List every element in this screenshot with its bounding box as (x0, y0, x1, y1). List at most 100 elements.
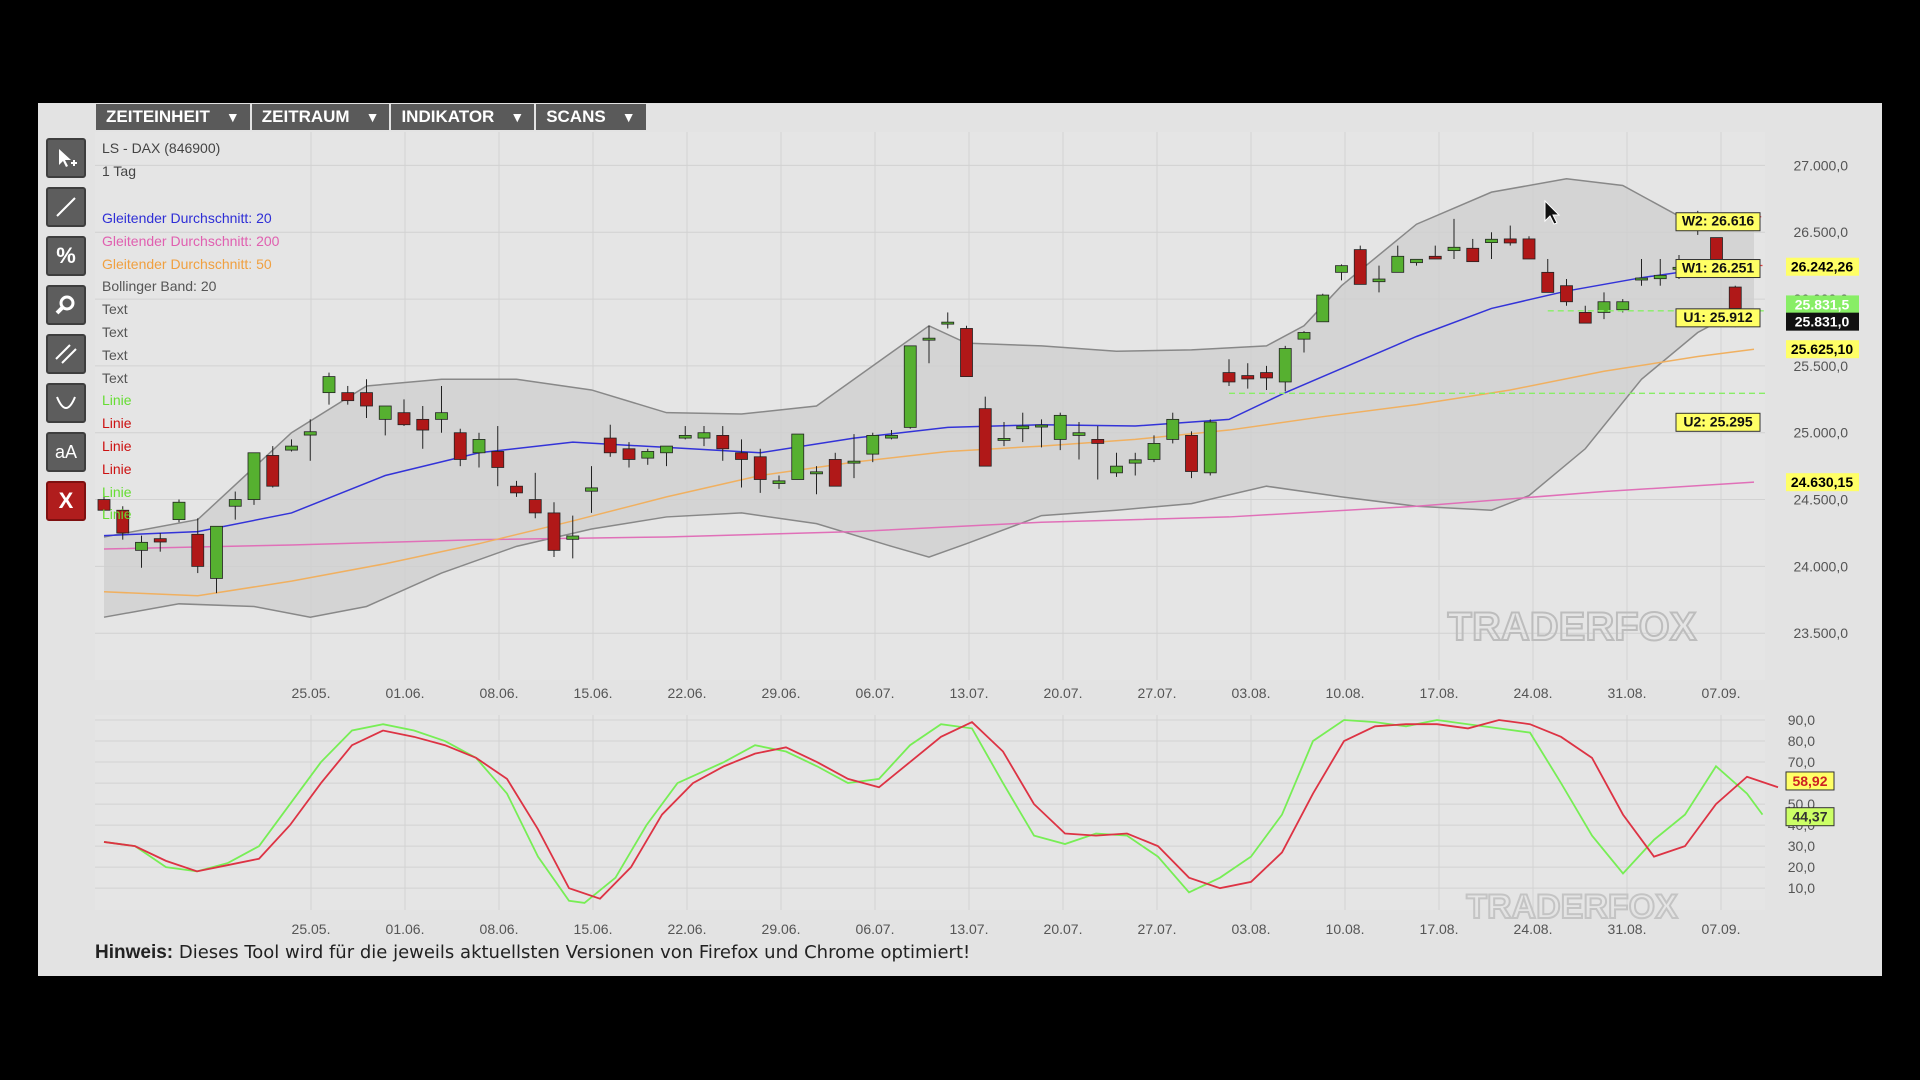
menu-scans[interactable]: SCANS ▼ (536, 104, 646, 130)
indicator-legend-item[interactable]: Gleitender Durchschnitt: 200 (102, 230, 279, 253)
oscillator-area (95, 715, 1765, 910)
y-tick-label: 24.000,0 (1794, 558, 1849, 574)
candle-body (678, 435, 692, 439)
watermark-logo: TRADERFOX (1448, 605, 1697, 649)
candle-body (1560, 285, 1573, 303)
line-tool-button[interactable] (46, 187, 86, 227)
candle (903, 345, 917, 429)
indicator-legend-item[interactable]: Linie (102, 435, 132, 458)
candle (1522, 236, 1536, 260)
curve-tool-button[interactable] (46, 383, 86, 423)
menu-label: INDIKATOR (401, 107, 495, 126)
candle-body (941, 321, 955, 325)
candle-body (1128, 459, 1142, 464)
x-tick-label: 20.07. (1044, 685, 1083, 701)
parallel-lines-tool-button[interactable] (46, 334, 86, 374)
x-tick-label: 07.09. (1702, 685, 1741, 701)
x-tick-label: 31.08. (1608, 685, 1647, 701)
menu-zeitraum[interactable]: ZEITRAUM ▼ (251, 104, 390, 130)
menu-indikator[interactable]: INDIKATOR ▼ (391, 104, 535, 130)
indicator-legend-item[interactable]: Linie (102, 412, 132, 435)
indicator-legend-item[interactable]: Gleitender Durchschnitt: 20 (102, 207, 272, 230)
cursor-tool-button[interactable] (46, 138, 86, 178)
candle-body (510, 485, 523, 494)
indicator-legend-item[interactable]: Text (102, 298, 128, 321)
price-label: 25.831,0 (1795, 314, 1850, 330)
menu-label: SCANS (546, 107, 606, 126)
candle-body (1278, 348, 1292, 383)
value-label: 44,37 (1792, 809, 1827, 825)
x-tick-label: 29.06. (762, 685, 801, 701)
hint-bar: Hinweis: Dieses Tool wird für die jeweil… (95, 942, 970, 964)
candle (247, 452, 261, 505)
candle-body (1260, 372, 1273, 379)
candle-body (566, 535, 580, 540)
candle-body (960, 328, 973, 377)
line-icon (56, 197, 76, 217)
x-tick-label: 25.05. (292, 685, 331, 701)
candle-body (435, 412, 448, 420)
delete-button[interactable]: X (46, 481, 86, 521)
candle-body (1541, 271, 1555, 293)
indicator-legend-item[interactable]: Text (102, 321, 128, 344)
y-tick-label: 23.500,0 (1794, 625, 1849, 641)
menu-bar: ZEITEINHEIT ▼ ZEITRAUM ▼ INDIKATOR ▼ SCANS ▼ (96, 104, 646, 130)
text-size-icon: aA (54, 441, 78, 462)
candle-body (341, 392, 355, 402)
candle-body (866, 435, 880, 455)
menu-zeiteinheit[interactable]: ZEITEINHEIT ▼ (96, 104, 250, 130)
candle (1185, 431, 1198, 479)
candle-body (1728, 286, 1742, 309)
menu-label: ZEITEINHEIT (106, 107, 210, 126)
candle-body (735, 452, 748, 460)
dropdown-arrow-icon: ▼ (365, 109, 380, 125)
percent-icon: % (56, 243, 76, 268)
candle (1316, 293, 1330, 323)
x-tick-label: 08.06. (480, 921, 519, 937)
candle-body (135, 541, 148, 551)
x-tick-label: 06.07. (856, 921, 895, 937)
indicator-legend-item[interactable]: Gleitender Durchschnitt: 50 (102, 253, 272, 276)
percent-tool-button[interactable]: % (46, 236, 86, 276)
candle-body (697, 432, 711, 439)
candle-body (322, 376, 336, 394)
candle-body (528, 499, 542, 514)
indicator-legend-item[interactable]: Linie (102, 481, 132, 504)
y-tick-label: 10,0 (1788, 880, 1815, 896)
indicator-legend-item[interactable]: Linie (102, 458, 132, 481)
candle-body (416, 418, 430, 431)
candle-body (753, 456, 767, 480)
x-tick-label: 06.07. (856, 685, 895, 701)
indicator-legend-item[interactable]: Text (102, 344, 128, 367)
x-tick-label: 03.08. (1232, 921, 1271, 937)
candle-body (1241, 375, 1255, 380)
zoom-tool-button[interactable] (46, 285, 86, 325)
y-tick-label: 90,0 (1788, 712, 1815, 728)
x-tick-label: 29.06. (762, 921, 801, 937)
candle-body (1391, 255, 1405, 273)
candle (1353, 245, 1367, 285)
candle-body (1428, 255, 1442, 260)
indicator-legend-item[interactable]: Bollinger Band: 20 (102, 275, 216, 298)
candle-body (247, 452, 261, 500)
dropdown-arrow-icon: ▼ (510, 109, 525, 125)
candle (960, 325, 973, 377)
menu-label: ZEITRAUM (261, 107, 350, 126)
candle-body (1522, 238, 1536, 260)
indicator-legend-item[interactable]: Text (102, 367, 128, 390)
x-tick-label: 13.07. (950, 921, 989, 937)
indicator-legend-item[interactable]: Linie (102, 389, 132, 412)
candle-body (1410, 258, 1423, 264)
x-tick-label: 07.09. (1702, 921, 1741, 937)
x-tick-label: 27.07. (1138, 921, 1177, 937)
candle-body (847, 460, 861, 464)
text-size-tool-button[interactable]: aA (46, 432, 86, 472)
x-tick-label: 03.08. (1232, 685, 1271, 701)
y-tick-label: 25.500,0 (1794, 358, 1849, 374)
candle-body (153, 538, 167, 543)
candle-body (1653, 274, 1667, 280)
candle-body (191, 533, 205, 567)
x-tick-label: 27.07. (1138, 685, 1177, 701)
indicator-legend-item[interactable]: Linie (102, 503, 132, 526)
candle-body (378, 405, 392, 420)
